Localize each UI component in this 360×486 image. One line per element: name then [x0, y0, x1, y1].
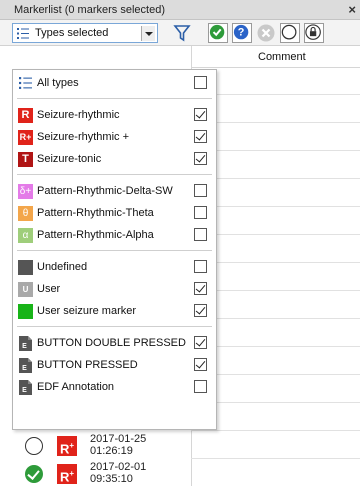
- comment-column-header[interactable]: Comment: [191, 46, 360, 68]
- chevron-down-icon[interactable]: [141, 26, 155, 41]
- edf-file-icon: E: [19, 358, 32, 373]
- window-title: Markerlist (0 markers selected): [14, 4, 165, 16]
- option-label: Seizure-tonic: [37, 153, 102, 165]
- option-checkbox[interactable]: [194, 282, 207, 295]
- option-checkbox[interactable]: [194, 260, 207, 273]
- undefined-icon: [18, 260, 33, 275]
- unreviewed-circle-icon[interactable]: [25, 437, 43, 455]
- table-row[interactable]: R+ 2017-01-25 01:26:19: [0, 431, 191, 459]
- option-label: EDF Annotation: [37, 381, 115, 393]
- option-button-pressed[interactable]: E BUTTON PRESSED: [13, 354, 216, 376]
- option-label: Seizure-rhythmic: [37, 109, 120, 121]
- window-titlebar: Markerlist (0 markers selected) ×: [0, 0, 360, 20]
- user-seizure-icon: [18, 304, 33, 319]
- table-row[interactable]: R+ 2017-02-01 09:35:10: [0, 459, 191, 486]
- accepted-check-icon[interactable]: [25, 465, 43, 483]
- option-seizure-tonic[interactable]: T Seizure-tonic: [13, 148, 216, 170]
- option-undefined[interactable]: Undefined: [13, 256, 216, 278]
- option-label: Seizure-rhythmic +: [37, 131, 130, 143]
- user-icon: U: [18, 282, 33, 297]
- option-checkbox[interactable]: [194, 130, 207, 143]
- seizure-rhythmic-plus-icon: R+: [57, 436, 77, 456]
- theta-icon: θ: [18, 206, 33, 221]
- comment-column-label: Comment: [258, 51, 306, 63]
- option-checkbox[interactable]: [194, 76, 207, 89]
- option-label: User: [37, 283, 61, 295]
- type-filter-combo[interactable]: Types selected: [12, 23, 158, 43]
- accept-check-icon[interactable]: [208, 23, 228, 43]
- option-seizure-rhythmic-plus[interactable]: R+ Seizure-rhythmic +: [13, 126, 216, 148]
- svg-text:E: E: [22, 365, 27, 372]
- option-checkbox[interactable]: [194, 358, 207, 371]
- delta-sw-icon: δ+: [18, 184, 33, 199]
- filter-icon[interactable]: [172, 23, 192, 43]
- option-label: Pattern-Rhythmic-Delta-SW: [37, 185, 173, 197]
- alpha-icon: α: [18, 228, 33, 243]
- option-pattern-delta-sw[interactable]: δ+ Pattern-Rhythmic-Delta-SW: [13, 180, 216, 202]
- svg-text:E: E: [22, 387, 27, 394]
- option-checkbox[interactable]: [194, 304, 207, 317]
- row-divider: [191, 430, 360, 431]
- separator: [17, 250, 212, 251]
- option-user-seizure-marker[interactable]: User seizure marker: [13, 300, 216, 322]
- option-label: Undefined: [37, 261, 88, 273]
- seizure-tonic-icon: T: [18, 152, 33, 167]
- option-checkbox[interactable]: [194, 336, 207, 349]
- list-icon: [17, 28, 29, 39]
- toolbar: Types selected ?: [0, 20, 360, 46]
- marker-datetime: 2017-02-01 09:35:10: [90, 461, 147, 485]
- option-checkbox[interactable]: [194, 108, 207, 121]
- option-seizure-rhythmic[interactable]: R Seizure-rhythmic: [13, 104, 216, 126]
- type-filter-combo-value: Types selected: [35, 27, 109, 39]
- option-checkbox[interactable]: [194, 380, 207, 393]
- option-edf-annotation[interactable]: E EDF Annotation: [13, 376, 216, 398]
- close-icon[interactable]: ×: [348, 2, 356, 17]
- option-label: BUTTON DOUBLE PRESSED: [37, 337, 186, 349]
- lock-icon[interactable]: [304, 23, 324, 43]
- edf-file-icon: E: [19, 336, 32, 351]
- question-icon[interactable]: ?: [232, 23, 252, 43]
- option-checkbox[interactable]: [194, 184, 207, 197]
- seizure-rhythmic-plus-icon: R+: [18, 130, 33, 145]
- option-pattern-theta[interactable]: θ Pattern-Rhythmic-Theta: [13, 202, 216, 224]
- option-button-double-pressed[interactable]: E BUTTON DOUBLE PRESSED: [13, 332, 216, 354]
- option-all-types[interactable]: All types: [13, 72, 216, 94]
- option-label: All types: [37, 77, 79, 89]
- edf-file-icon: E: [19, 380, 32, 395]
- option-label: Pattern-Rhythmic-Alpha: [37, 229, 154, 241]
- seizure-rhythmic-icon: R: [18, 108, 33, 123]
- list-icon: [19, 77, 32, 89]
- option-label: User seizure marker: [37, 305, 137, 317]
- option-label: Pattern-Rhythmic-Theta: [37, 207, 154, 219]
- option-checkbox[interactable]: [194, 152, 207, 165]
- svg-text:?: ?: [238, 27, 245, 39]
- option-checkbox[interactable]: [194, 206, 207, 219]
- svg-text:E: E: [22, 343, 27, 350]
- separator: [17, 98, 212, 99]
- reject-x-icon[interactable]: [256, 23, 276, 43]
- seizure-rhythmic-plus-icon: R+: [57, 464, 77, 484]
- row-divider: [191, 458, 360, 459]
- option-label: BUTTON PRESSED: [37, 359, 138, 371]
- empty-circle-icon[interactable]: [280, 23, 300, 43]
- separator: [17, 326, 212, 327]
- option-checkbox[interactable]: [194, 228, 207, 241]
- marker-datetime: 2017-01-25 01:26:19: [90, 433, 147, 457]
- option-user[interactable]: U User: [13, 278, 216, 300]
- type-filter-dropdown: All types R Seizure-rhythmic R+ Seizure-…: [12, 69, 217, 430]
- separator: [17, 174, 212, 175]
- option-pattern-alpha[interactable]: α Pattern-Rhythmic-Alpha: [13, 224, 216, 246]
